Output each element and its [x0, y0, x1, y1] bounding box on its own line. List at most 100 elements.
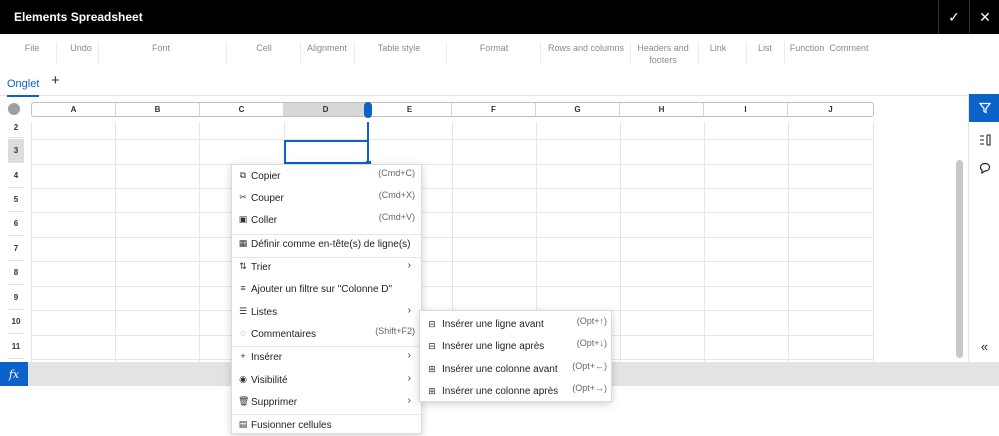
menu-item-insert[interactable]: + Insérer › — [232, 346, 421, 368]
menu-item-label: Insérer — [251, 352, 283, 363]
submenu-item-insert-row-before[interactable]: ⊟ Insérer une ligne avant (Opt+↑) — [420, 313, 611, 335]
list-panel-icon — [979, 134, 991, 146]
add-sheet-button[interactable]: + — [51, 72, 60, 89]
menu-item-lists[interactable]: ☰ Listes › — [232, 301, 421, 323]
comments-panel-button[interactable] — [969, 154, 999, 182]
ribbon-font[interactable]: Font — [150, 42, 172, 54]
row-header-8[interactable]: 8 — [8, 261, 24, 285]
row-header-9[interactable]: 9 — [8, 286, 24, 310]
ribbon-rows-and-columns[interactable]: Rows and columns — [547, 42, 625, 54]
column-header-i[interactable]: I — [704, 103, 788, 116]
ribbon-list[interactable]: List — [756, 42, 774, 54]
insert-row-below-icon: ⊟ — [428, 341, 436, 351]
menu-item-merge-cells[interactable]: ▤ Fusionner cellules — [232, 414, 421, 436]
row-header-6[interactable]: 6 — [8, 212, 24, 236]
ribbon-separator — [446, 42, 447, 64]
menu-item-label: Définir comme en-tête(s) de ligne(s) — [251, 239, 411, 250]
column-header-c[interactable]: C — [200, 103, 284, 116]
row-header-11[interactable]: 11 — [8, 335, 24, 359]
menu-item-comments[interactable]: ◌ Commentaires (Shift+F2) — [232, 323, 421, 345]
column-header-d[interactable]: D — [284, 103, 368, 116]
collapse-sidebar-button[interactable]: « — [969, 332, 999, 360]
row-header-3[interactable]: 3 — [8, 139, 24, 163]
cut-icon: ✂ — [239, 192, 247, 202]
ribbon-link[interactable]: Link — [708, 42, 728, 54]
menu-item-label: Supprimer — [251, 397, 298, 408]
submenu-item-shortcut: (Opt+←) — [572, 361, 607, 371]
row-header-7[interactable]: 7 — [8, 237, 24, 261]
chevron-right-icon: › — [407, 350, 411, 361]
column-header-g[interactable]: G — [536, 103, 620, 116]
column-header-b[interactable]: B — [116, 103, 200, 116]
ribbon-separator — [354, 42, 355, 64]
ribbon-separator — [746, 42, 747, 64]
ribbon-file[interactable]: File — [24, 42, 40, 54]
ribbon-headers-and-footers[interactable]: Headers and footers — [634, 42, 692, 66]
ribbon-format[interactable]: Format — [477, 42, 511, 54]
row-header-4[interactable]: 4 — [8, 164, 24, 188]
column-selection-line — [367, 122, 369, 140]
close-icon: ✕ — [979, 8, 991, 25]
close-button[interactable]: ✕ — [969, 0, 999, 34]
eye-icon: ◉ — [239, 374, 247, 384]
menu-item-visibility[interactable]: ◉ Visibilité › — [232, 369, 421, 391]
chevron-right-icon: › — [407, 305, 411, 316]
ribbon-separator — [300, 42, 301, 64]
globe-icon[interactable] — [8, 103, 20, 115]
menu-item-add-filter[interactable]: ≡ Ajouter un filtre sur "Colonne D" — [232, 278, 421, 300]
selected-cell-d3[interactable] — [284, 140, 371, 166]
ribbon-function[interactable]: Function — [788, 42, 826, 54]
ribbon-separator — [226, 42, 227, 64]
row-header-10[interactable]: 10 — [8, 310, 24, 334]
menu-item-cut[interactable]: ✂ Couper (Cmd+X) — [232, 187, 421, 209]
ribbon-comment[interactable]: Comment — [829, 42, 869, 54]
vertical-scrollbar[interactable] — [956, 160, 963, 358]
title-bar: Elements Spreadsheet ✓ ✕ — [0, 0, 999, 34]
check-icon: ✓ — [948, 8, 960, 25]
column-gridline — [620, 122, 621, 362]
insert-column-left-icon: ⊞ — [428, 364, 436, 374]
comment-icon: ◌ — [240, 328, 246, 338]
insert-column-right-icon: ⊞ — [428, 386, 436, 396]
ribbon-undo[interactable]: Undo — [68, 42, 94, 54]
menu-item-label: Copier — [251, 171, 281, 182]
list-panel-button[interactable] — [969, 126, 999, 154]
column-header-j[interactable]: J — [788, 103, 873, 116]
ribbon-cell[interactable]: Cell — [254, 42, 274, 54]
submenu-item-insert-column-before[interactable]: ⊞ Insérer une colonne avant (Opt+←) — [420, 358, 611, 380]
submenu-item-insert-row-after[interactable]: ⊟ Insérer une ligne après (Opt+↓) — [420, 335, 611, 357]
paste-icon: ▣ — [238, 214, 248, 224]
function-icon[interactable]: fx — [0, 362, 28, 386]
submenu-item-shortcut: (Opt+↑) — [576, 316, 607, 326]
chevron-right-icon: › — [407, 395, 411, 406]
confirm-button[interactable]: ✓ — [938, 0, 969, 34]
submenu-item-shortcut: (Opt+↓) — [576, 338, 607, 348]
row-header-5[interactable]: 5 — [8, 188, 24, 212]
filter-icon — [978, 102, 991, 114]
menu-item-copy[interactable]: ⧉ Copier (Cmd+C) — [232, 165, 421, 187]
column-header-h[interactable]: H — [620, 103, 704, 116]
menu-item-set-row-header[interactable]: ▦ Définir comme en-tête(s) de ligne(s) — [232, 233, 421, 255]
menu-item-delete[interactable]: 🗑 Supprimer › — [232, 391, 421, 413]
row-header-2[interactable]: 2 — [8, 122, 24, 138]
submenu-item-label: Insérer une ligne avant — [442, 319, 544, 330]
menu-item-label: Coller — [251, 215, 278, 226]
column-header-a[interactable]: A — [32, 103, 116, 116]
filter-icon: ≡ — [240, 283, 246, 293]
ribbon-table-style[interactable]: Table style — [374, 42, 424, 54]
column-gridline — [788, 122, 789, 362]
submenu-item-insert-column-after[interactable]: ⊞ Insérer une colonne après (Opt+→) — [420, 380, 611, 402]
column-header-e[interactable]: E — [368, 103, 452, 116]
menu-item-paste[interactable]: ▣ Coller (Cmd+V) — [232, 209, 421, 231]
column-header-f[interactable]: F — [452, 103, 536, 116]
menu-item-label: Commentaires — [251, 329, 317, 340]
menu-item-label: Couper — [251, 193, 284, 204]
column-gridline — [31, 122, 32, 362]
list-icon: ☰ — [238, 306, 248, 316]
ribbon-alignment[interactable]: Alignment — [305, 42, 349, 54]
ribbon-separator — [98, 42, 99, 64]
filter-button[interactable] — [969, 94, 999, 122]
column-resize-handle[interactable] — [364, 102, 372, 118]
tab-onglet[interactable]: Onglet — [7, 78, 40, 97]
menu-item-sort[interactable]: ⇅ Trier › — [232, 256, 421, 278]
